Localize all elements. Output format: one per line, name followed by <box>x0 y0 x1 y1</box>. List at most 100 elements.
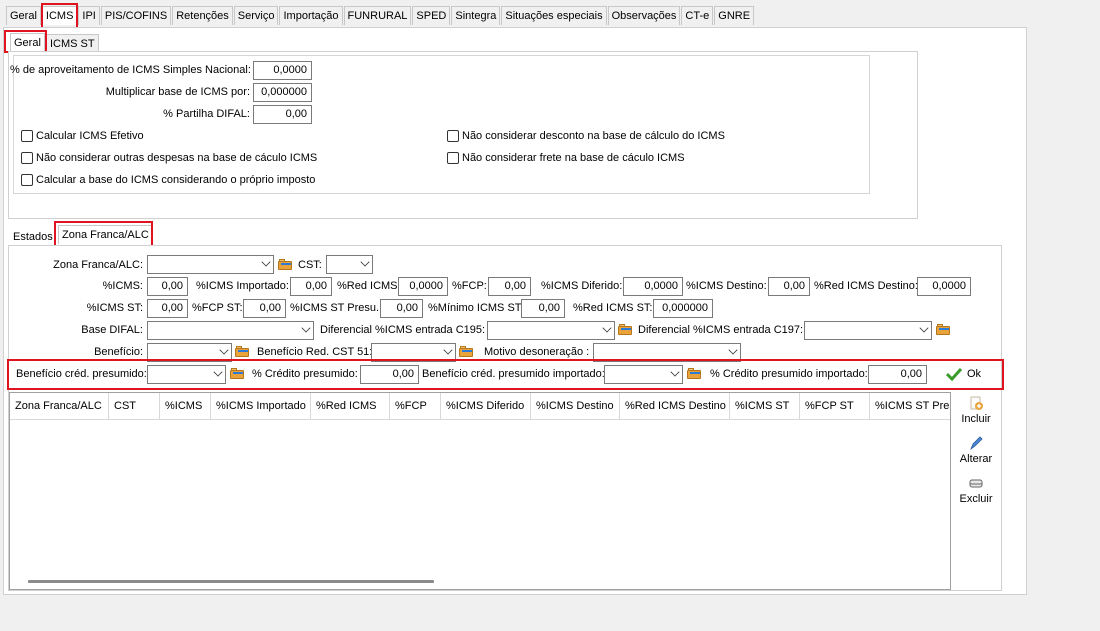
nao-considerar-frete-label: Não considerar frete na base de cáculo I… <box>462 152 685 164</box>
grid-header: Zona Franca/ALC CST %ICMS %ICMS Importad… <box>10 393 950 420</box>
icms-label: %ICMS: <box>102 280 143 292</box>
pct-credito-input[interactable]: 0,00 <box>360 365 419 384</box>
cred-presumido-lookup-icon[interactable] <box>230 367 245 379</box>
minimo-icms-st-input[interactable]: 0,00 <box>521 299 565 318</box>
red-icms-st-label: %Red ICMS ST: <box>573 302 653 314</box>
cred-importado-select[interactable] <box>604 365 683 384</box>
col-icms-importado[interactable]: %ICMS Importado <box>211 393 311 419</box>
grid-horizontal-scrollbar[interactable] <box>28 580 434 583</box>
col-red-icms[interactable]: %Red ICMS <box>311 393 390 419</box>
icms-importado-input[interactable]: 0,00 <box>290 277 332 296</box>
icms-st-presu-label: %ICMS ST Presu.: <box>290 302 383 314</box>
red-icms-input[interactable]: 0,0000 <box>398 277 448 296</box>
col-icms-st-pres[interactable]: %ICMS ST Pres <box>870 393 950 419</box>
tab-sintegra[interactable]: Sintegra <box>451 6 501 25</box>
calcular-icms-efetivo-checkbox[interactable] <box>21 130 33 142</box>
red-icms-st-input[interactable]: 0,000000 <box>653 299 713 318</box>
nao-considerar-frete-checkbox[interactable] <box>447 152 459 164</box>
red-icms-destino-label: %Red ICMS Destino: <box>814 280 918 292</box>
pct-credito-label: % Crédito presumido: <box>252 368 358 380</box>
dif-c197-label: Diferencial %ICMS entrada C197: <box>638 324 804 336</box>
check-icon <box>946 367 962 381</box>
icms-st-presu-input[interactable]: 0,00 <box>380 299 423 318</box>
tab-gnre[interactable]: GNRE <box>714 6 755 25</box>
fcp-label: %FCP: <box>452 280 487 292</box>
tab-importacao[interactable]: Importação <box>279 6 343 25</box>
fcp-st-label: %FCP ST: <box>192 302 243 314</box>
alterar-label: Alterar <box>959 453 993 465</box>
highlight-icms-tab <box>41 3 78 29</box>
icms-diferido-label: %ICMS Diferido: <box>541 280 623 292</box>
col-red-icms-destino[interactable]: %Red ICMS Destino <box>620 393 730 419</box>
cred-presumido-label: Benefício créd. presumido: <box>16 368 147 380</box>
icms-destino-label: %ICMS Destino: <box>686 280 767 292</box>
icms-diferido-input[interactable]: 0,0000 <box>623 277 683 296</box>
cred-presumido-select[interactable] <box>147 365 226 384</box>
tab-funrural[interactable]: FUNRURAL <box>343 6 412 25</box>
multiplicar-input[interactable]: 0,000000 <box>253 83 312 102</box>
pct-credito-imp-label: % Crédito presumido importado: <box>710 368 868 380</box>
icms-st-label: %ICMS ST: <box>86 302 143 314</box>
dif-c197-lookup-icon[interactable] <box>936 323 951 335</box>
cst-select[interactable] <box>326 255 373 274</box>
col-zona-franca[interactable]: Zona Franca/ALC <box>10 393 109 419</box>
fcp-st-input[interactable]: 0,00 <box>243 299 286 318</box>
cred-importado-lookup-icon[interactable] <box>687 367 702 379</box>
dif-c195-select[interactable] <box>487 321 615 340</box>
partilha-input[interactable]: 0,00 <box>253 105 312 124</box>
icms-destino-input[interactable]: 0,00 <box>768 277 810 296</box>
alterar-button[interactable]: Alterar <box>951 435 1001 465</box>
nao-considerar-desconto-checkbox[interactable] <box>447 130 459 142</box>
beneficio-label: Benefício: <box>94 346 143 358</box>
cred-importado-label: Benefício créd. presumido importado: <box>422 368 605 380</box>
eraser-icon <box>968 475 984 491</box>
col-icms-diferido[interactable]: %ICMS Diferido <box>441 393 531 419</box>
tab-servico[interactable]: Serviço <box>233 6 279 25</box>
partilha-label: % Partilha DIFAL: <box>163 108 250 120</box>
tab-estados[interactable]: Estados <box>10 228 56 246</box>
tab-ipi[interactable]: IPI <box>78 6 100 25</box>
col-icms-st[interactable]: %ICMS ST <box>730 393 800 419</box>
ok-label: Ok <box>967 368 982 380</box>
nao-considerar-despesas-label: Não considerar outras despesas na base d… <box>36 152 318 164</box>
icms-st-input[interactable]: 0,00 <box>147 299 188 318</box>
zona-franca-select[interactable] <box>147 255 274 274</box>
aproveitamento-input[interactable]: 0,0000 <box>253 61 312 80</box>
tab-sped[interactable]: SPED <box>412 6 451 25</box>
zona-franca-label: Zona Franca/ALC: <box>53 259 143 271</box>
tab-cte[interactable]: CT-e <box>681 6 714 25</box>
col-icms[interactable]: %ICMS <box>160 393 211 419</box>
col-fcp-st[interactable]: %FCP ST <box>800 393 870 419</box>
col-cst[interactable]: CST <box>109 393 160 419</box>
dif-c195-lookup-icon[interactable] <box>618 323 633 335</box>
incluir-label: Incluir <box>961 413 991 425</box>
col-icms-destino[interactable]: %ICMS Destino <box>531 393 620 419</box>
calcular-icms-efetivo-label: Calcular ICMS Efetivo <box>36 130 144 142</box>
excluir-button[interactable]: Excluir <box>951 475 1001 505</box>
cst-label: CST: <box>298 259 322 271</box>
dif-c195-label: Diferencial %ICMS entrada C195: <box>320 324 486 336</box>
base-difal-select[interactable] <box>147 321 314 340</box>
incluir-button[interactable]: Incluir <box>951 395 1001 425</box>
red-icms-destino-input[interactable]: 0,0000 <box>917 277 971 296</box>
beneficio-red-lookup-icon[interactable] <box>459 345 474 357</box>
tab-observacoes[interactable]: Observações <box>607 6 681 25</box>
multiplicar-label: Multiplicar base de ICMS por: <box>105 86 250 98</box>
top-tab-bar: Geral ICMS IPI PIS/COFINS Retenções Serv… <box>6 6 755 26</box>
add-document-icon <box>968 395 984 411</box>
zona-franca-lookup-icon[interactable] <box>278 258 293 270</box>
calcular-base-proprio-checkbox[interactable] <box>21 174 33 186</box>
dif-c197-select[interactable] <box>804 321 932 340</box>
nao-considerar-despesas-checkbox[interactable] <box>21 152 33 164</box>
zona-franca-grid[interactable]: Zona Franca/ALC CST %ICMS %ICMS Importad… <box>9 392 951 590</box>
fcp-input[interactable]: 0,00 <box>488 277 531 296</box>
tab-pis-cofins[interactable]: PIS/COFINS <box>100 6 172 25</box>
tab-retencoes[interactable]: Retenções <box>172 6 233 25</box>
tab-situacoes-especiais[interactable]: Situações especiais <box>501 6 607 25</box>
tab-geral[interactable]: Geral <box>6 6 41 25</box>
highlight-zona-franca-tab <box>54 221 153 248</box>
icms-input[interactable]: 0,00 <box>147 277 188 296</box>
pct-credito-imp-input[interactable]: 0,00 <box>868 365 927 384</box>
col-fcp[interactable]: %FCP <box>390 393 441 419</box>
beneficio-lookup-icon[interactable] <box>235 345 250 357</box>
